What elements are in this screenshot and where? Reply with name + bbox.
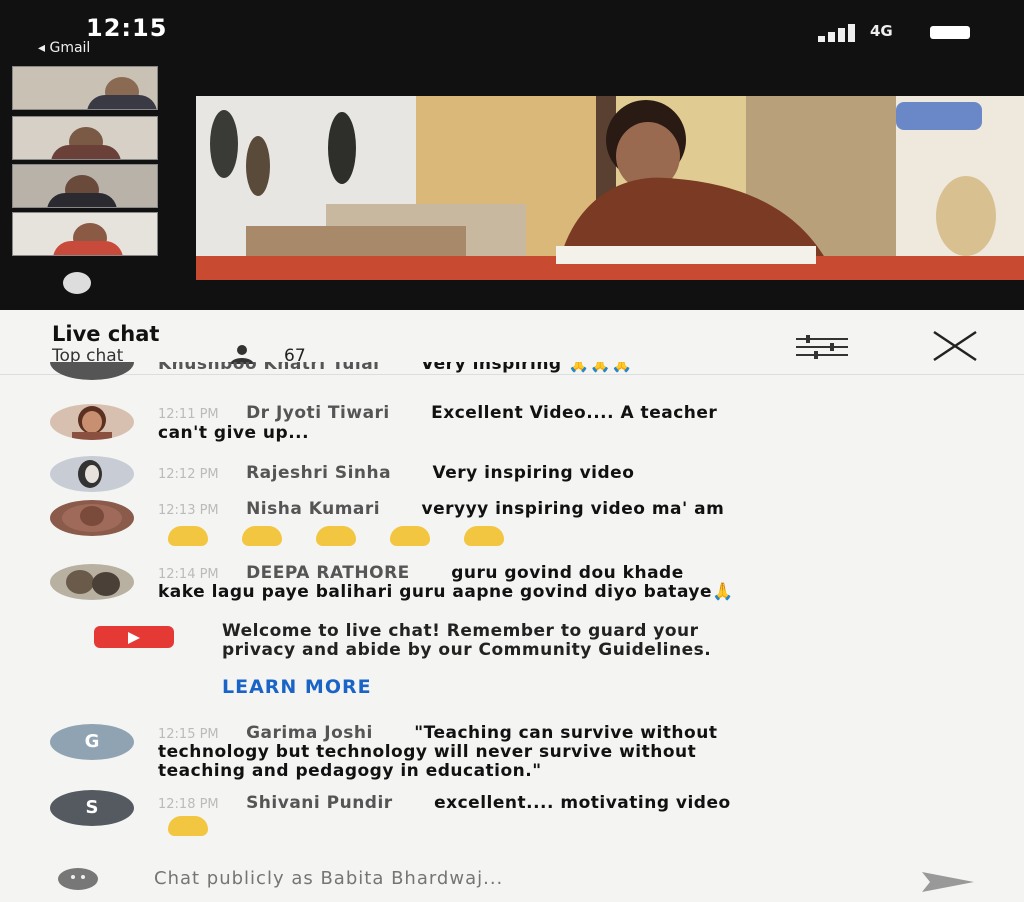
message-author: DEEPA RATHORE bbox=[246, 563, 410, 583]
message-text: "Teaching can survive without bbox=[414, 723, 718, 743]
chat-input-bar bbox=[0, 860, 1024, 902]
video-player[interactable]: 12:15 ◂ Gmail 4G bbox=[0, 0, 1024, 310]
chat-input[interactable] bbox=[154, 868, 854, 889]
signal-icon bbox=[818, 24, 855, 42]
participant-thumb[interactable] bbox=[12, 116, 158, 160]
message-time: 12:18 PM bbox=[158, 797, 219, 812]
status-bar: 12:15 ◂ Gmail 4G bbox=[0, 0, 1024, 64]
video-frame-scene bbox=[196, 96, 1024, 280]
clock: 12:15 bbox=[86, 14, 168, 42]
message-author: Rajeshri Sinha bbox=[246, 463, 392, 483]
welcome-text: Welcome to live chat! Remember to guard … bbox=[222, 621, 699, 641]
main-video-feed bbox=[196, 96, 1024, 280]
participant-thumb[interactable] bbox=[12, 66, 158, 110]
avatar bbox=[50, 564, 134, 600]
message-author: Shivani Pundir bbox=[246, 793, 393, 813]
participant-shirt bbox=[51, 145, 121, 159]
avatar bbox=[50, 500, 134, 536]
participant-thumb[interactable] bbox=[12, 212, 158, 256]
message-author: Khushboo Khatri Tulai bbox=[158, 362, 380, 374]
youtube-icon bbox=[94, 626, 174, 648]
message-text: excellent.... motivating video bbox=[434, 793, 731, 813]
chat-message: 12:14 PM DEEPA RATHORE guru govind dou k… bbox=[50, 564, 970, 606]
emoji-icon[interactable] bbox=[58, 868, 98, 890]
message-text: guru govind dou khade bbox=[451, 563, 684, 583]
avatar bbox=[50, 404, 134, 440]
emoji-row bbox=[168, 816, 242, 836]
battery-icon bbox=[930, 26, 970, 39]
message-author: Garima Joshi bbox=[246, 723, 373, 743]
clap-emoji bbox=[168, 526, 208, 546]
network-label: 4G bbox=[870, 22, 893, 40]
message-time: 12:13 PM bbox=[158, 503, 219, 518]
participant-thumbnails bbox=[12, 66, 160, 302]
avatar bbox=[50, 362, 134, 380]
chat-message: S 12:18 PM Shivani Pundir excellent.... … bbox=[50, 790, 970, 840]
viewers-icon bbox=[230, 345, 254, 364]
participant-shirt bbox=[87, 95, 157, 109]
learn-more-link[interactable]: LEARN MORE bbox=[222, 676, 372, 698]
send-icon[interactable] bbox=[920, 870, 976, 894]
message-time: 12:15 PM bbox=[158, 727, 219, 742]
message-text-cont: kake lagu paye balihari guru aapne govin… bbox=[158, 582, 734, 602]
chat-message: 12:11 PM Dr Jyoti Tiwari Excellent Video… bbox=[50, 404, 970, 444]
message-time: 12:14 PM bbox=[158, 567, 219, 582]
welcome-text-cont: privacy and abide by our Community Guide… bbox=[222, 640, 712, 660]
message-author: Dr Jyoti Tiwari bbox=[246, 403, 390, 423]
clap-emoji bbox=[464, 526, 504, 546]
close-icon[interactable] bbox=[932, 330, 978, 362]
avatar: G bbox=[50, 724, 134, 760]
message-text-cont: technology but technology will never sur… bbox=[158, 742, 697, 762]
message-time: 12:11 PM bbox=[158, 407, 219, 422]
message-text: veryyy inspiring video ma' am bbox=[421, 499, 725, 519]
welcome-notice: Welcome to live chat! Remember to guard … bbox=[94, 622, 954, 702]
clap-emoji bbox=[316, 526, 356, 546]
message-text-cont: can't give up... bbox=[158, 423, 310, 443]
chat-message-partial: Khushboo Khatri Tulai Very inspiring 🙏🙏🙏 bbox=[50, 362, 970, 386]
message-time: 12:12 PM bbox=[158, 467, 219, 482]
message-text: Very inspiring 🙏🙏🙏 bbox=[420, 362, 634, 374]
chat-message: G 12:15 PM Garima Joshi "Teaching can su… bbox=[50, 724, 970, 786]
clap-emoji bbox=[390, 526, 430, 546]
chat-message: 12:13 PM Nisha Kumari veryyy inspiring v… bbox=[50, 500, 970, 550]
participant-shirt bbox=[53, 241, 123, 255]
chat-message: 12:12 PM Rajeshri Sinha Very inspiring v… bbox=[50, 456, 970, 492]
chat-title: Live chat bbox=[52, 322, 160, 346]
mute-icon[interactable] bbox=[63, 272, 91, 294]
message-text: Excellent Video.... A teacher bbox=[431, 403, 718, 423]
avatar bbox=[50, 456, 134, 492]
participant-thumb[interactable] bbox=[12, 164, 158, 208]
back-to-app-link[interactable]: ◂ Gmail bbox=[38, 40, 90, 56]
participant-shirt bbox=[47, 193, 117, 207]
emoji-row bbox=[168, 526, 538, 546]
filter-icon[interactable] bbox=[796, 334, 848, 360]
clap-emoji bbox=[242, 526, 282, 546]
live-chat-panel: Live chat Top chat 67 Khushboo Khatri Tu… bbox=[0, 310, 1024, 902]
avatar: S bbox=[50, 790, 134, 826]
message-text-cont: teaching and pedagogy in education." bbox=[158, 761, 542, 781]
message-text: Very inspiring video bbox=[432, 463, 635, 483]
message-author: Nisha Kumari bbox=[246, 499, 381, 519]
clap-emoji bbox=[168, 816, 208, 836]
